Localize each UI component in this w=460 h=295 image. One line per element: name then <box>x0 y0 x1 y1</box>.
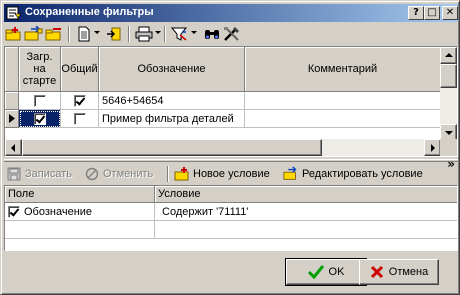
save-icon <box>6 166 22 182</box>
binoculars-icon[interactable] <box>202 25 222 43</box>
cancel-icon <box>84 166 100 182</box>
filters-grid[interactable]: Загр. на старте Общий Обозначение Коммен… <box>4 46 458 157</box>
add-filter-icon[interactable] <box>4 25 24 43</box>
load-on-start-cell[interactable] <box>19 110 61 128</box>
cancel-edit-button[interactable]: Отменить <box>84 165 153 183</box>
name-cell[interactable]: Пример фильтра деталей <box>99 110 245 128</box>
shared-cell[interactable] <box>61 110 99 128</box>
dropdown-arrow-icon[interactable] <box>155 31 161 34</box>
col-comment[interactable]: Комментарий <box>245 47 441 92</box>
table-row[interactable]: Обозначение <box>5 203 155 221</box>
check-icon <box>307 265 324 279</box>
col-field[interactable]: Поле <box>5 186 155 203</box>
export-icon[interactable] <box>104 25 124 43</box>
shared-checkbox[interactable] <box>73 112 86 125</box>
col-shared[interactable]: Общий <box>61 47 99 92</box>
cross-icon <box>370 265 384 279</box>
dropdown-arrow-icon[interactable] <box>191 31 197 34</box>
scroll-thumb[interactable] <box>440 64 457 88</box>
new-condition-button[interactable]: Новое условие <box>174 165 270 183</box>
empty-row-cell <box>5 221 155 239</box>
dropdown-arrow-icon[interactable] <box>94 31 100 34</box>
load-on-start-checkbox[interactable] <box>33 112 46 125</box>
save-label: Записать <box>25 168 73 180</box>
splitter[interactable] <box>4 159 458 162</box>
comment-cell[interactable] <box>245 92 441 110</box>
col-condition[interactable]: Условие <box>155 186 457 203</box>
copy-filter-icon[interactable] <box>24 25 44 43</box>
main-toolbar <box>4 23 458 45</box>
col-name[interactable]: Обозначение <box>99 47 245 92</box>
maximize-button[interactable]: □ <box>424 6 440 20</box>
window-title: Сохраненные фильтры <box>25 6 154 18</box>
vertical-scrollbar[interactable] <box>440 47 457 141</box>
tools-icon[interactable] <box>222 25 242 43</box>
save-button[interactable]: Записать <box>6 165 72 183</box>
scroll-right-button[interactable] <box>424 139 441 156</box>
ok-button[interactable]: OK <box>285 258 367 286</box>
row-indicator <box>5 92 19 110</box>
scroll-left-button[interactable] <box>5 139 22 156</box>
cancel-button[interactable]: Отмена <box>359 259 439 285</box>
close-button[interactable]: ✕ <box>442 6 458 20</box>
document-icon[interactable] <box>74 25 94 43</box>
scroll-up-button[interactable] <box>440 47 457 64</box>
help-button[interactable]: ? <box>408 6 424 20</box>
edit-condition-button[interactable]: Редактировать условие <box>283 165 423 183</box>
empty-row-cell <box>155 221 457 239</box>
shared-cell[interactable] <box>61 92 99 110</box>
scroll-corner <box>440 139 457 156</box>
comment-cell[interactable] <box>245 110 441 128</box>
title-bar[interactable]: Сохраненные фильтры ? □ ✕ <box>4 4 458 22</box>
delete-filter-icon[interactable] <box>44 25 64 43</box>
horizontal-scrollbar[interactable] <box>5 139 441 156</box>
load-on-start-cell[interactable] <box>19 92 61 110</box>
condition-enabled-checkbox[interactable] <box>8 205 20 218</box>
load-on-start-checkbox[interactable] <box>33 94 46 107</box>
print-icon[interactable] <box>134 25 154 43</box>
hscroll-thumb[interactable] <box>22 139 322 156</box>
saved-filters-dialog: Сохраненные фильтры ? □ ✕ Загр. на старт… <box>0 0 460 295</box>
edit-condition-label: Редактировать условие <box>302 168 423 180</box>
new-condition-label: Новое условие <box>193 168 270 180</box>
ok-label: OK <box>328 266 345 278</box>
shared-checkbox[interactable] <box>73 94 86 107</box>
filter-icon[interactable] <box>170 25 190 43</box>
name-cell[interactable]: 5646+54654 <box>99 92 245 110</box>
conditions-grid[interactable]: Поле Условие Обозначение Содержит '71111… <box>4 185 458 251</box>
filter-app-icon <box>6 5 22 21</box>
new-condition-icon <box>174 166 190 182</box>
cancel-label: Отмена <box>388 266 429 278</box>
conditions-toolbar: Записать Отменить Новое условие Редактир… <box>4 164 458 184</box>
table-row[interactable]: Пример фильтра деталей <box>5 110 441 128</box>
indicator-header <box>5 47 19 92</box>
table-row[interactable]: 5646+54654 <box>5 92 441 110</box>
condition-cell[interactable]: Содержит '71111' <box>155 203 457 221</box>
edit-condition-icon <box>283 166 299 182</box>
cancel-edit-label: Отменить <box>103 168 154 180</box>
field-cell: Обозначение <box>24 205 93 218</box>
current-row-indicator <box>5 110 19 128</box>
col-load-on-start[interactable]: Загр. на старте <box>19 47 61 92</box>
